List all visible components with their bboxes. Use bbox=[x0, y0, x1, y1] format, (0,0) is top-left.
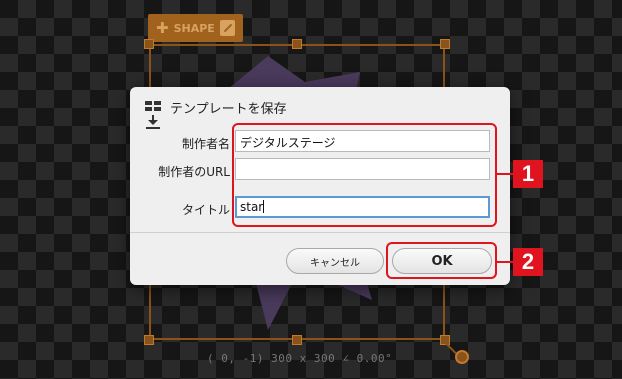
resize-handle-tm[interactable] bbox=[292, 39, 302, 49]
resize-handle-bm[interactable] bbox=[292, 335, 302, 345]
cancel-button[interactable]: キャンセル bbox=[286, 248, 384, 274]
resize-handle-tr[interactable] bbox=[440, 39, 450, 49]
callout-2-number: 2 bbox=[513, 248, 543, 276]
callout-1-line bbox=[497, 173, 513, 175]
dialog-title: テンプレートを保存 bbox=[170, 102, 287, 117]
rotation-handle[interactable] bbox=[455, 350, 469, 364]
author-url-label: 制作者のURL bbox=[158, 165, 230, 179]
callout-2-box bbox=[386, 242, 497, 279]
callout-1-box bbox=[232, 123, 497, 227]
callout-1-number: 1 bbox=[513, 160, 543, 188]
dialog-divider bbox=[130, 232, 510, 233]
save-template-icon bbox=[145, 101, 161, 129]
author-name-label: 制作者名 bbox=[181, 137, 230, 151]
title-label: タイトル bbox=[181, 203, 230, 217]
transform-readout: ( 0, -1) 300 x 300 ∠ 0.00° bbox=[207, 352, 393, 365]
resize-handle-bl[interactable] bbox=[144, 335, 154, 345]
resize-handle-tl[interactable] bbox=[144, 39, 154, 49]
callout-2-line bbox=[497, 261, 513, 263]
